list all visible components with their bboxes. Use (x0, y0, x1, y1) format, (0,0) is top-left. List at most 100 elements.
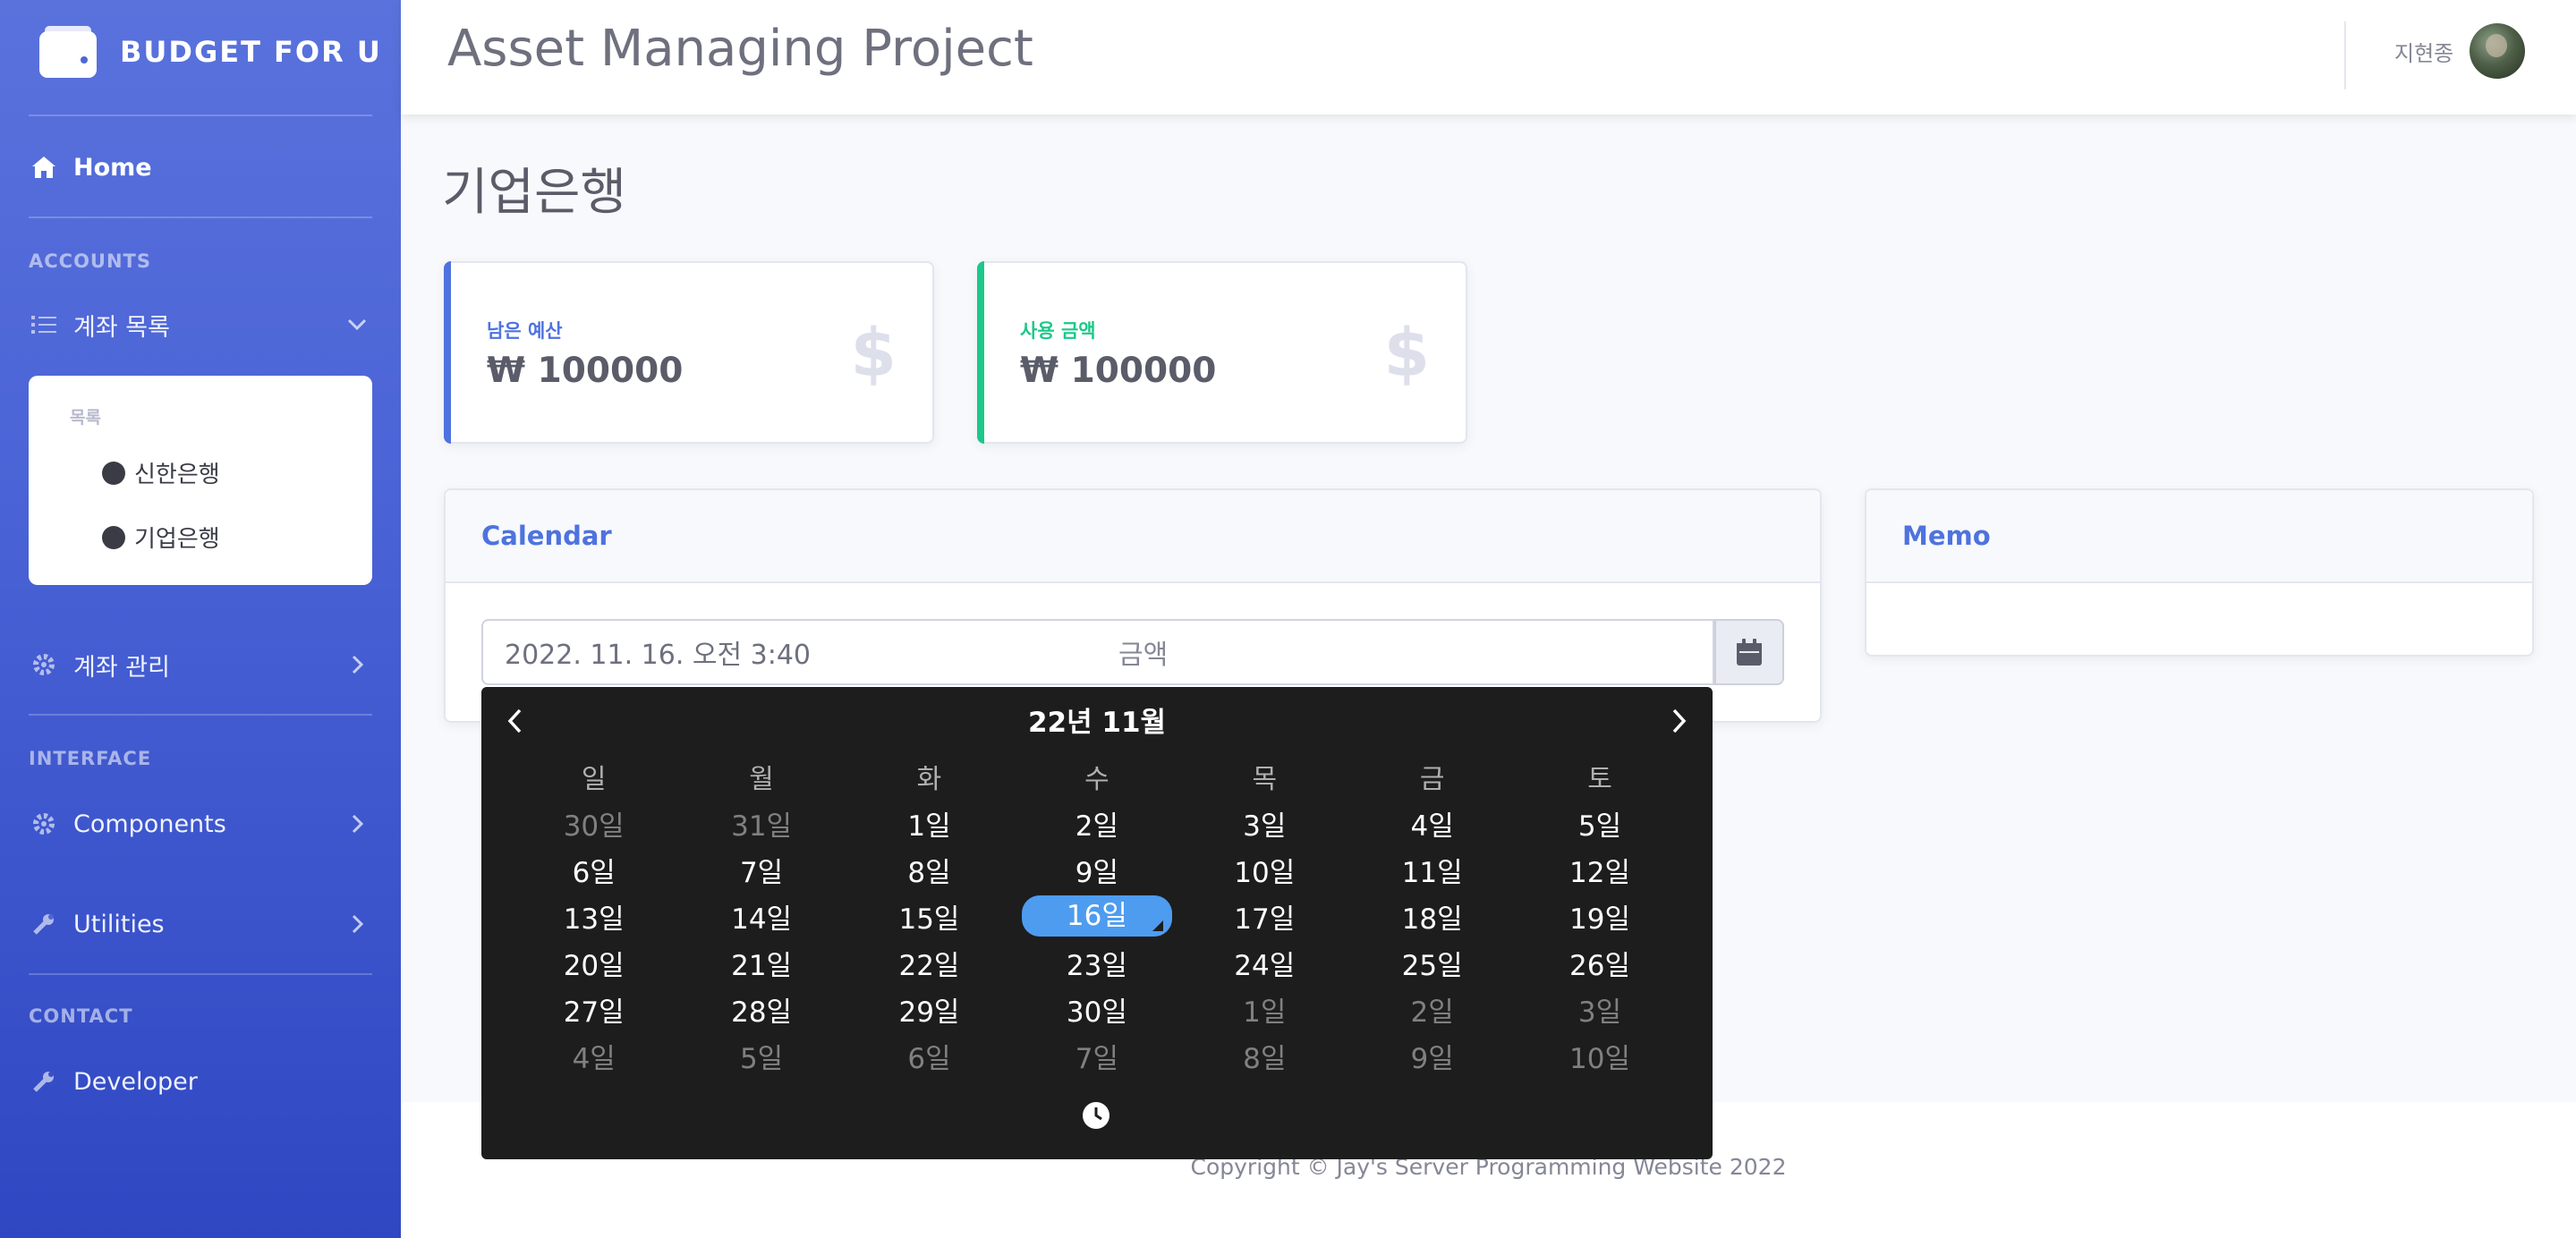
day-cell[interactable]: 15일 (846, 896, 1013, 937)
day-cell[interactable]: 2일 (1348, 989, 1516, 1030)
day-cell[interactable]: 6일 (510, 850, 677, 890)
day-cell[interactable]: 7일 (1013, 1036, 1180, 1076)
day-cell[interactable]: 24일 (1181, 943, 1348, 983)
weekday-label: 화 (916, 764, 942, 795)
day-cell[interactable]: 11일 (1348, 850, 1516, 890)
weekday-label: 금 (1419, 764, 1445, 795)
day-cell[interactable]: 13일 (510, 896, 677, 937)
day-cell[interactable]: 12일 (1516, 850, 1683, 890)
sidebar-item-label: Components (73, 810, 226, 838)
submenu-header: 목록 (70, 408, 101, 428)
date-picker-popup: 22년 11월 일 월 화 수 목 금 토 30일 31일 1일 2일 3일 4… (481, 687, 1713, 1159)
used-amount-card: 사용 금액 ₩ 100000 $ (977, 261, 1467, 444)
day-cell[interactable]: 1일 (846, 803, 1013, 844)
week-row: 27일 28일 29일 30일 1일 2일 3일 (510, 986, 1684, 1032)
brand-link[interactable]: BUDGET FOR U (39, 20, 382, 84)
day-cell[interactable]: 5일 (677, 1036, 845, 1076)
calendar-icon (1737, 639, 1762, 666)
sidebar-heading-accounts: ACCOUNTS (29, 250, 152, 272)
day-cell[interactable]: 9일 (1348, 1036, 1516, 1076)
day-cell[interactable]: 14일 (677, 896, 845, 937)
memo-panel-header: Memo (1866, 490, 2532, 583)
day-cell[interactable]: 30일 (510, 803, 677, 844)
day-cell[interactable]: 31일 (677, 803, 845, 844)
sidebar-heading-interface: INTERFACE (29, 748, 152, 769)
day-cell[interactable]: 21일 (677, 943, 845, 983)
card-label: 사용 금액 (1020, 320, 1096, 342)
wallet-icon (39, 26, 97, 78)
day-cell[interactable]: 22일 (846, 943, 1013, 983)
datetime-input[interactable]: 2022. 11. 16. 오전 3:40 (481, 619, 1099, 685)
sidebar-divider (29, 114, 372, 116)
day-cell[interactable]: 2일 (1013, 803, 1180, 844)
day-cell[interactable]: 4일 (510, 1036, 677, 1076)
wrench-icon (29, 909, 59, 939)
week-row: 4일 5일 6일 7일 8일 9일 10일 (510, 1032, 1684, 1079)
submenu-item-label: 기업은행 (134, 526, 220, 553)
sidebar-item-account-manage[interactable]: 계좌 관리 (29, 642, 372, 687)
sidebar-item-developer[interactable]: Developer (29, 1059, 372, 1104)
day-cell[interactable]: 10일 (1516, 1036, 1683, 1076)
sidebar-item-components[interactable]: Components (29, 801, 372, 846)
sidebar-divider (29, 216, 372, 218)
day-cell[interactable]: 7일 (677, 850, 845, 890)
calendar-title: Calendar (481, 521, 612, 551)
day-cell[interactable]: 5일 (1516, 803, 1683, 844)
gear-icon (29, 649, 59, 680)
day-cell[interactable]: 6일 (846, 1036, 1013, 1076)
memo-panel: Memo (1865, 488, 2534, 657)
day-cell[interactable]: 17일 (1181, 896, 1348, 937)
sidebar-item-account-list[interactable]: 계좌 목록 (29, 302, 372, 347)
sidebar-heading-contact: CONTACT (29, 1005, 133, 1027)
day-cell[interactable]: 23일 (1013, 943, 1180, 983)
day-cell[interactable]: 29일 (846, 989, 1013, 1030)
day-cell[interactable]: 3일 (1516, 989, 1683, 1030)
day-cell[interactable]: 27일 (510, 989, 677, 1030)
day-cell[interactable]: 3일 (1181, 803, 1348, 844)
user-name[interactable]: 지현종 (2394, 36, 2453, 67)
avatar[interactable] (2470, 23, 2525, 79)
next-month-button[interactable] (1659, 701, 1698, 741)
topbar: Asset Managing Project 지현종 (401, 0, 2576, 114)
sidebar-item-label: Home (73, 153, 152, 182)
card-value: ₩ 100000 (1020, 351, 1217, 391)
day-cell[interactable]: 28일 (677, 989, 845, 1030)
sidebar-item-utilities[interactable]: Utilities (29, 902, 372, 946)
day-cell[interactable]: 8일 (846, 850, 1013, 890)
card-accent (444, 261, 451, 444)
amount-input[interactable]: 금액 (1097, 619, 1714, 685)
day-cell[interactable]: 26일 (1516, 943, 1683, 983)
day-cell[interactable]: 30일 (1013, 989, 1180, 1030)
day-cell-selected[interactable]: 16일 (1022, 895, 1172, 937)
sidebar-item-label: Utilities (73, 910, 165, 938)
week-row: 20일 21일 22일 23일 24일 25일 26일 (510, 939, 1684, 986)
chevron-right-icon (1672, 708, 1687, 733)
dollar-icon: $ (1383, 315, 1431, 392)
memo-title: Memo (1902, 521, 1991, 551)
day-cell[interactable]: 25일 (1348, 943, 1516, 983)
card-accent (977, 261, 984, 444)
remaining-budget-card: 남은 예산 ₩ 100000 $ (444, 261, 934, 444)
weekday-label: 일 (581, 764, 607, 795)
day-cell[interactable]: 8일 (1181, 1036, 1348, 1076)
picker-grid: 일 월 화 수 목 금 토 30일 31일 1일 2일 3일 4일 5일 6일 … (510, 753, 1684, 1079)
day-cell[interactable]: 9일 (1013, 850, 1180, 890)
weekday-row: 일 월 화 수 목 금 토 (510, 753, 1684, 800)
card-label: 남은 예산 (487, 320, 563, 342)
clock-icon[interactable] (1081, 1100, 1111, 1131)
wrench-icon (29, 1066, 59, 1097)
sidebar-divider (29, 973, 372, 975)
calendar-button[interactable] (1714, 619, 1784, 685)
picker-month-label[interactable]: 22년 11월 (481, 700, 1713, 740)
day-cell[interactable]: 10일 (1181, 850, 1348, 890)
day-cell[interactable]: 18일 (1348, 896, 1516, 937)
day-cell[interactable]: 19일 (1516, 896, 1683, 937)
day-cell[interactable]: 1일 (1181, 989, 1348, 1030)
submenu-item-shinhan[interactable]: 신한은행 (102, 456, 220, 489)
week-row: 13일 14일 15일 16일 17일 18일 19일 (510, 893, 1684, 939)
submenu-item-ibk[interactable]: 기업은행 (102, 521, 220, 554)
day-cell[interactable]: 20일 (510, 943, 677, 983)
circle-icon (102, 525, 125, 549)
sidebar-item-home[interactable]: Home (29, 145, 372, 190)
day-cell[interactable]: 4일 (1348, 803, 1516, 844)
